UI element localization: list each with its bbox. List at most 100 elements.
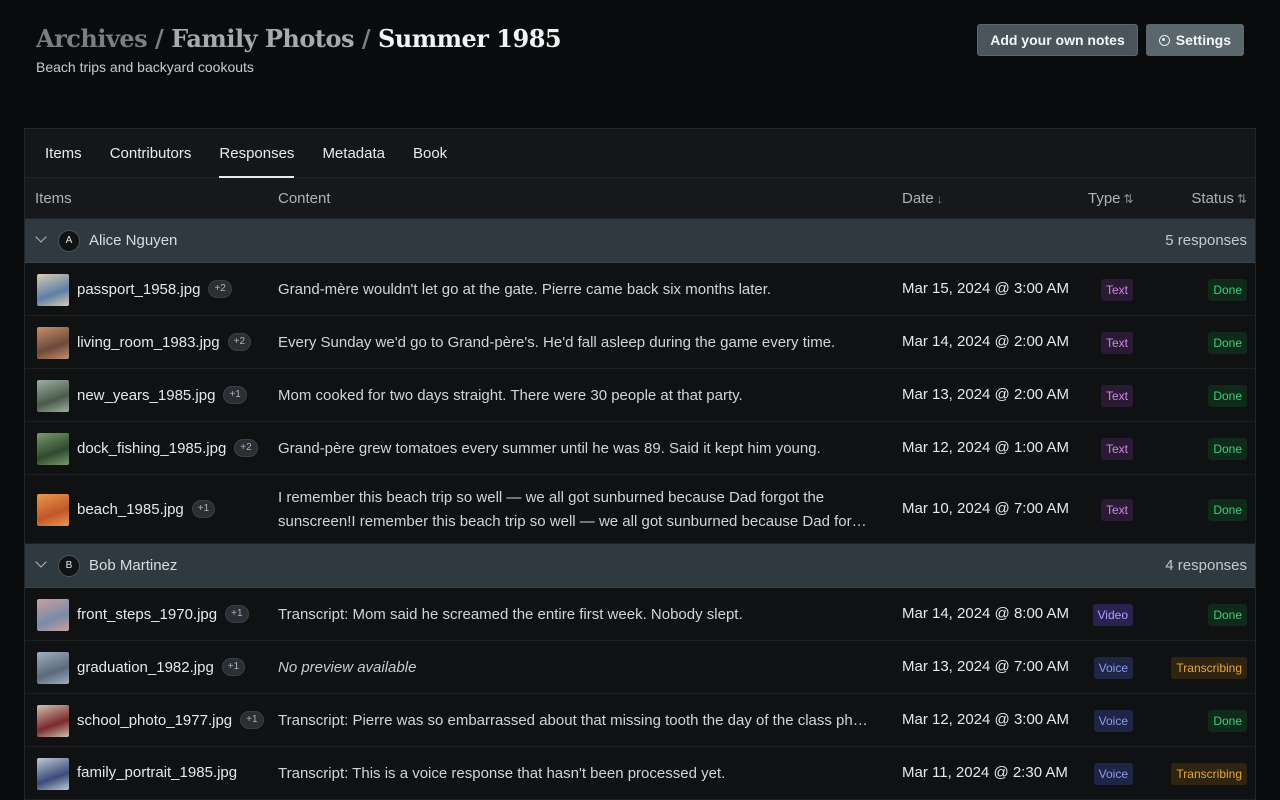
type-badge: Voice: [1093, 763, 1133, 785]
file-name[interactable]: beach_1985.jpg: [77, 501, 184, 518]
response-content: Grand-père grew tomatoes every summer un…: [278, 440, 821, 457]
type-badge: Voice: [1093, 710, 1133, 732]
table-row[interactable]: school_photo_1977.jpg +1 Transcript: Pierr…: [25, 694, 1255, 747]
response-content: Transcript: Mom said he screamed the ent…: [278, 606, 743, 623]
file-name-cell: beach_1985.jpg +1: [77, 500, 216, 518]
avatar: A: [58, 229, 80, 252]
file-name[interactable]: graduation_1982.jpg: [77, 659, 214, 676]
column-header-date[interactable]: Date ↓: [902, 190, 943, 207]
response-content: No preview available: [278, 659, 417, 676]
response-date: Mar 15, 2024 @ 3:00 AM: [902, 280, 1069, 297]
response-content: Mom cooked for two days straight. There …: [278, 387, 743, 404]
file-name[interactable]: dock_fishing_1985.jpg: [77, 440, 226, 457]
sort-icon: ⇅: [1123, 191, 1134, 206]
type-badge: Video: [1092, 604, 1133, 626]
photo-thumbnail[interactable]: [37, 380, 69, 412]
column-header-type[interactable]: Type ⇅: [1088, 190, 1134, 207]
breadcrumb-separator: /: [155, 24, 164, 53]
photo-thumbnail[interactable]: [37, 494, 69, 526]
type-badge: Text: [1100, 438, 1133, 460]
breadcrumb-archives[interactable]: Archives: [36, 24, 148, 53]
page-subtitle: Beach trips and backyard cookouts: [36, 59, 254, 75]
chevron-down-icon[interactable]: [35, 231, 47, 243]
response-date: Mar 13, 2024 @ 2:00 AM: [902, 386, 1069, 403]
page-title: Summer 1985: [377, 24, 562, 53]
table-row[interactable]: front_steps_1970.jpg +1 Transcript: Mom sa…: [25, 588, 1255, 641]
arrow-down-icon: ↓: [936, 191, 943, 206]
file-name-cell: front_steps_1970.jpg +1: [77, 605, 249, 623]
add-notes-button[interactable]: Add your own notes: [977, 24, 1138, 56]
photo-thumbnail[interactable]: [37, 599, 69, 631]
avatar: B: [58, 554, 80, 577]
file-name[interactable]: passport_1958.jpg: [77, 281, 200, 298]
status-badge: Done: [1208, 499, 1247, 521]
column-header-content: Content: [278, 189, 331, 207]
group-header[interactable]: B Bob Martinez 4 responses: [25, 544, 1255, 588]
file-name[interactable]: front_steps_1970.jpg: [77, 606, 217, 623]
type-badge: Text: [1100, 385, 1133, 407]
contributor-name: Alice Nguyen: [89, 232, 178, 249]
status-badge: Transcribing: [1171, 657, 1247, 679]
extra-items-badge: +2: [234, 439, 258, 457]
column-header-status[interactable]: Status ⇅: [1191, 190, 1247, 207]
photo-thumbnail[interactable]: [37, 327, 69, 359]
table-row[interactable]: passport_1958.jpg +2 Grand-mère wouldn't l…: [25, 263, 1255, 316]
file-name-cell: passport_1958.jpg +2: [77, 280, 232, 298]
table-row[interactable]: beach_1985.jpg +1 I remember this beach tr…: [25, 475, 1255, 544]
status-badge: Done: [1208, 604, 1247, 626]
group-header[interactable]: A Alice Nguyen 5 responses: [25, 219, 1255, 263]
table-row[interactable]: living_room_1983.jpg +2 Every Sunday we'd …: [25, 316, 1255, 369]
breadcrumb-family-photos[interactable]: Family Photos: [171, 24, 354, 53]
table-row[interactable]: graduation_1982.jpg +1 No preview availabl…: [25, 641, 1255, 694]
response-date: Mar 11, 2024 @ 2:30 AM: [902, 764, 1068, 781]
file-name-cell: graduation_1982.jpg +1: [77, 658, 246, 676]
file-name[interactable]: family_portrait_1985.jpg: [77, 764, 237, 781]
contributor-name: Bob Martinez: [89, 557, 178, 574]
response-date: Mar 13, 2024 @ 7:00 AM: [902, 658, 1069, 675]
status-badge: Done: [1208, 332, 1247, 354]
extra-items-badge: +2: [208, 280, 232, 298]
extra-items-badge: +1: [223, 386, 247, 404]
type-badge: Text: [1100, 279, 1133, 301]
response-count: 5 responses: [1165, 232, 1247, 249]
status-badge: Done: [1208, 438, 1247, 460]
file-name[interactable]: school_photo_1977.jpg: [77, 712, 232, 729]
breadcrumb-separator: /: [361, 24, 371, 53]
response-content: Grand-mère wouldn't let go at the gate. …: [278, 281, 772, 298]
extra-items-badge: +1: [191, 500, 216, 518]
tab-bar: Items Contributors Responses Metadata Bo…: [25, 129, 1255, 178]
status-badge: Done: [1208, 710, 1247, 732]
photo-thumbnail[interactable]: [37, 274, 69, 306]
table-row[interactable]: new_years_1985.jpg +1 Mom cooked for two d…: [25, 369, 1255, 422]
tab-book[interactable]: Book: [413, 129, 447, 178]
photo-thumbnail[interactable]: [37, 433, 69, 465]
response-count: 4 responses: [1165, 557, 1247, 574]
column-header-status-label: Status: [1191, 189, 1234, 207]
chevron-down-icon[interactable]: [35, 556, 47, 568]
extra-items-badge: +2: [227, 333, 252, 351]
file-name[interactable]: new_years_1985.jpg: [77, 387, 215, 404]
responses-panel: Items Contributors Responses Metadata Bo…: [24, 128, 1256, 800]
settings-button[interactable]: Settings: [1145, 24, 1244, 56]
tab-contributors[interactable]: Contributors: [110, 129, 192, 178]
photo-thumbnail[interactable]: [37, 705, 69, 737]
table-row[interactable]: dock_fishing_1985.jpg +2 Grand-père grew t…: [25, 422, 1255, 475]
extra-items-badge: +1: [240, 711, 264, 729]
gear-icon: [1158, 34, 1170, 46]
response-date: Mar 12, 2024 @ 1:00 AM: [902, 439, 1069, 456]
photo-thumbnail[interactable]: [37, 758, 69, 790]
file-name[interactable]: living_room_1983.jpg: [77, 334, 220, 351]
file-name-cell: family_portrait_1985.jpg: [77, 764, 237, 781]
column-header-items[interactable]: Items: [35, 190, 72, 207]
table-header: Items Content Date ↓ Type ⇅ Status ⇅: [25, 178, 1255, 219]
tab-items[interactable]: Items: [45, 129, 82, 178]
tab-metadata[interactable]: Metadata: [322, 129, 385, 178]
table-row[interactable]: family_portrait_1985.jpg Transcript: This…: [25, 747, 1255, 800]
response-content: Transcript: This is a voice response tha…: [278, 765, 726, 782]
tab-responses[interactable]: Responses: [219, 129, 295, 178]
settings-label: Settings: [1175, 32, 1231, 48]
extra-items-badge: +1: [221, 658, 246, 676]
status-badge: Done: [1208, 279, 1247, 301]
photo-thumbnail[interactable]: [37, 652, 69, 684]
type-badge: Text: [1100, 332, 1133, 354]
